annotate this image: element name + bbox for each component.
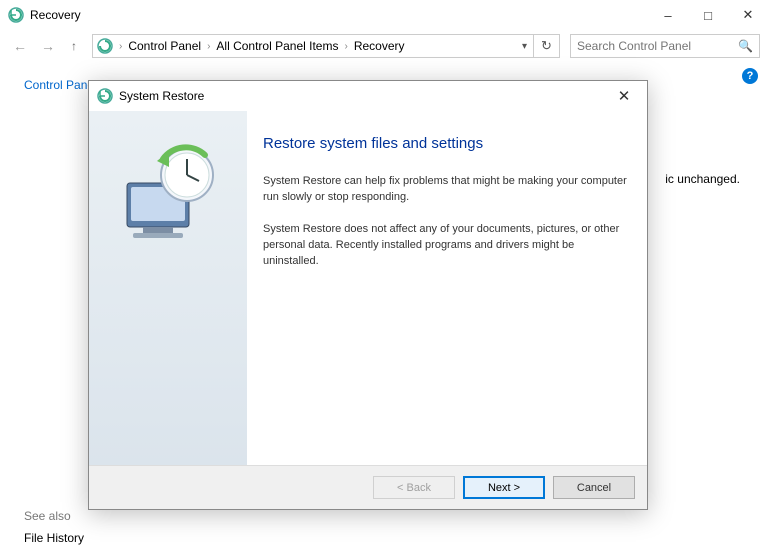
system-restore-dialog: System Restore ✕ Restore sy <box>88 80 648 510</box>
dialog-titlebar: System Restore ✕ <box>89 81 647 111</box>
breadcrumb-item[interactable]: Control Panel <box>128 39 201 53</box>
back-button: < Back <box>373 476 455 499</box>
system-restore-icon <box>97 88 113 104</box>
help-icon[interactable]: ? <box>742 68 758 84</box>
window-title: Recovery <box>30 8 648 22</box>
dialog-content: Restore system files and settings System… <box>247 111 647 465</box>
dialog-heading: Restore system files and settings <box>263 135 627 152</box>
maximize-button[interactable]: □ <box>688 1 728 29</box>
dialog-paragraph: System Restore does not affect any of yo… <box>263 222 627 270</box>
back-arrow-button[interactable]: ← <box>8 34 32 58</box>
dialog-paragraph: System Restore can help fix problems tha… <box>263 174 627 206</box>
search-input[interactable] <box>577 39 738 53</box>
search-icon[interactable]: 🔍 <box>738 39 753 53</box>
window-titlebar: Recovery – □ ✕ <box>0 0 768 30</box>
dialog-sidebar <box>89 111 247 465</box>
close-window-button[interactable]: ✕ <box>728 1 768 29</box>
chevron-right-icon: › <box>207 41 210 52</box>
background-text: ic unchanged. <box>665 172 740 186</box>
refresh-button[interactable]: ↻ <box>533 35 555 57</box>
control-panel-icon <box>97 38 113 54</box>
breadcrumb-item[interactable]: All Control Panel Items <box>216 39 338 53</box>
dialog-title: System Restore <box>119 89 609 103</box>
search-box[interactable]: 🔍 <box>570 34 760 58</box>
next-button[interactable]: Next > <box>463 476 545 499</box>
breadcrumb-dropdown-icon[interactable]: ▾ <box>522 41 527 52</box>
minimize-button[interactable]: – <box>648 1 688 29</box>
see-also-label: See also <box>24 509 71 523</box>
dialog-close-button[interactable]: ✕ <box>609 84 639 108</box>
up-arrow-button[interactable]: ↑ <box>64 36 84 56</box>
system-restore-illustration <box>113 139 223 244</box>
forward-arrow-button[interactable]: → <box>36 34 60 58</box>
breadcrumb[interactable]: › Control Panel › All Control Panel Item… <box>92 34 560 58</box>
breadcrumb-item[interactable]: Recovery <box>354 39 405 53</box>
cancel-button[interactable]: Cancel <box>553 476 635 499</box>
recovery-app-icon <box>8 7 24 23</box>
file-history-link[interactable]: File History <box>24 531 84 545</box>
chevron-right-icon: › <box>119 41 122 52</box>
chevron-right-icon: › <box>344 41 347 52</box>
navigation-bar: ← → ↑ › Control Panel › All Control Pane… <box>0 30 768 62</box>
dialog-footer: < Back Next > Cancel <box>89 465 647 509</box>
